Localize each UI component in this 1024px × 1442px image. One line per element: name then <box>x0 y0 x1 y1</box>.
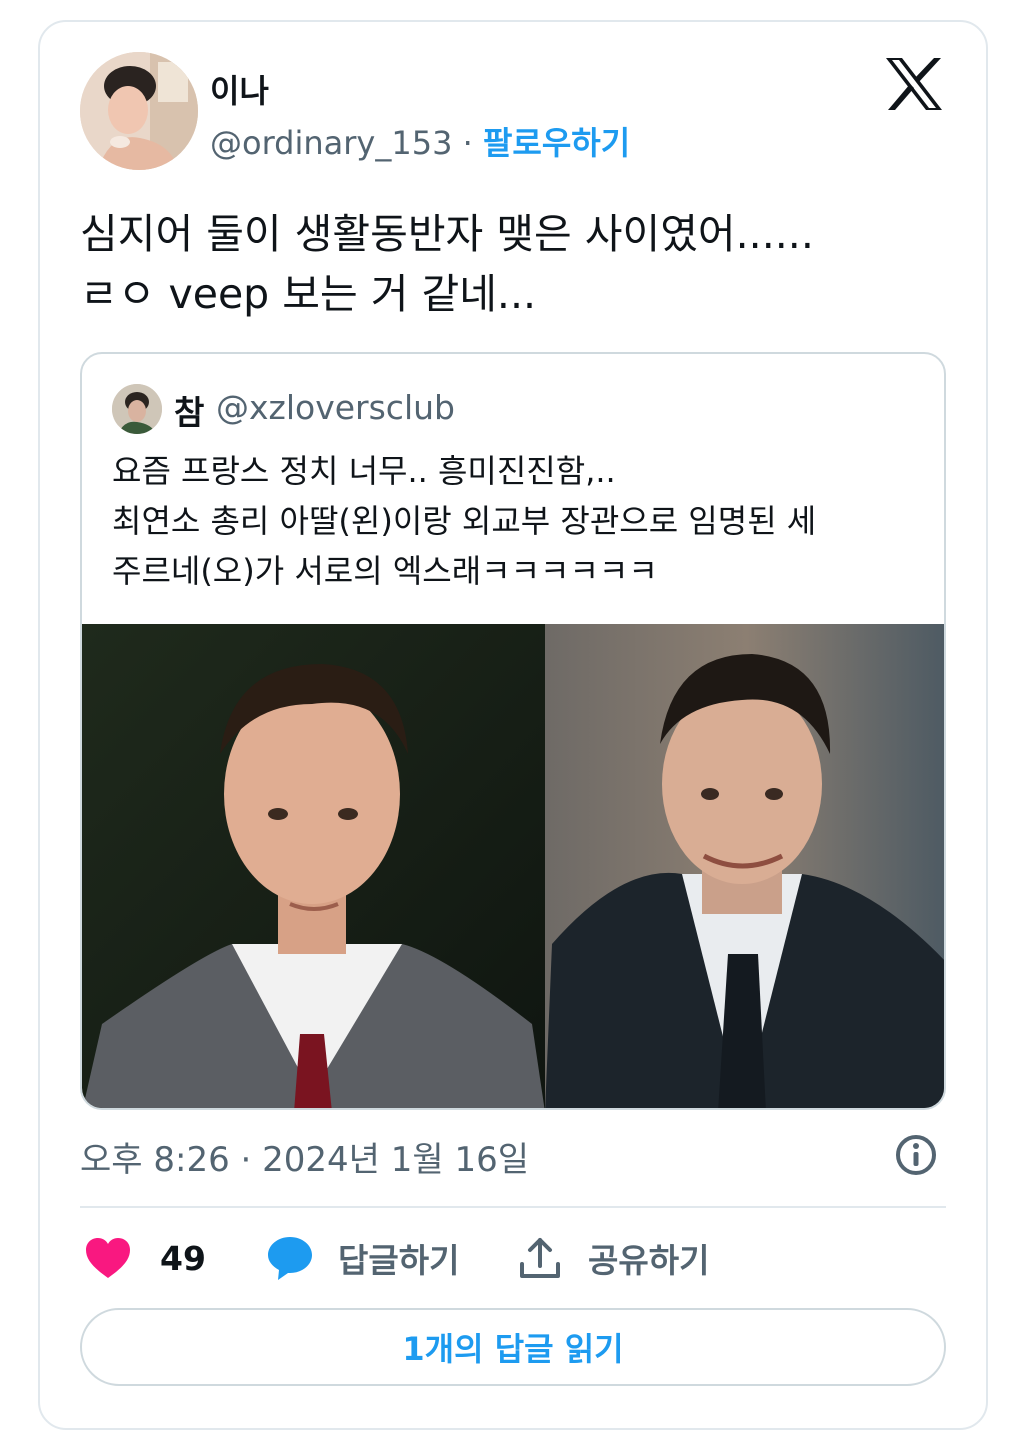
tweet-text: 심지어 둘이 생활동반자 맺은 사이였어...... ㄹㅇ veep 보는 거 … <box>80 204 960 324</box>
read-replies-button[interactable]: 1개의 답글 읽기 <box>80 1308 946 1386</box>
separator-dot: · <box>462 124 473 162</box>
share-button[interactable]: 공유하기 <box>518 1228 709 1288</box>
share-label: 공유하기 <box>588 1241 710 1280</box>
author-meta: @ordinary_153 · 팔로우하기 <box>210 118 630 164</box>
author-handle[interactable]: @ordinary_153 <box>210 124 452 162</box>
quote-line: 최연소 총리 아딸(왼)이랑 외교부 장관으로 임명된 세 <box>112 502 817 540</box>
tweet-timestamp[interactable]: 오후 8:26 · 2024년 1월 16일 <box>80 1132 529 1181</box>
follow-button[interactable]: 팔로우하기 <box>483 124 630 162</box>
reply-label: 답글하기 <box>338 1241 460 1280</box>
tweet-line: 심지어 둘이 생활동반자 맺은 사이였어...... <box>80 210 814 258</box>
like-button[interactable]: 49 <box>84 1228 206 1288</box>
quote-author-name[interactable]: 참 <box>174 386 204 434</box>
divider <box>80 1206 946 1208</box>
quote-line: 요즘 프랑스 정치 너무.. 흥미진진함,.. <box>112 452 616 490</box>
quoted-tweet[interactable]: 참 @xzloversclub 요즘 프랑스 정치 너무.. 흥미진진함,.. … <box>80 352 946 1110</box>
author-avatar[interactable] <box>80 52 198 170</box>
info-icon[interactable] <box>894 1133 938 1177</box>
heart-icon <box>86 1238 130 1278</box>
reply-button[interactable]: 답글하기 <box>266 1228 459 1288</box>
tweet-line: ㄹㅇ veep 보는 거 같네... <box>80 270 537 318</box>
share-upload-icon <box>520 1238 560 1278</box>
like-count: 49 <box>160 1238 206 1278</box>
quote-text: 요즘 프랑스 정치 너무.. 흥미진진함,.. 최연소 총리 아딸(왼)이랑 외… <box>112 446 932 596</box>
quote-media-image[interactable] <box>82 624 944 1108</box>
chat-bubble-icon <box>268 1237 312 1280</box>
quote-line: 주르네(오)가 서로의 엑스래ㅋㅋㅋㅋㅋㅋ <box>112 552 658 590</box>
quote-author-avatar[interactable] <box>112 384 162 434</box>
x-logo-icon[interactable] <box>884 56 944 112</box>
quote-author-handle[interactable]: @xzloversclub <box>216 388 455 427</box>
author-name[interactable]: 이나 <box>210 66 269 112</box>
